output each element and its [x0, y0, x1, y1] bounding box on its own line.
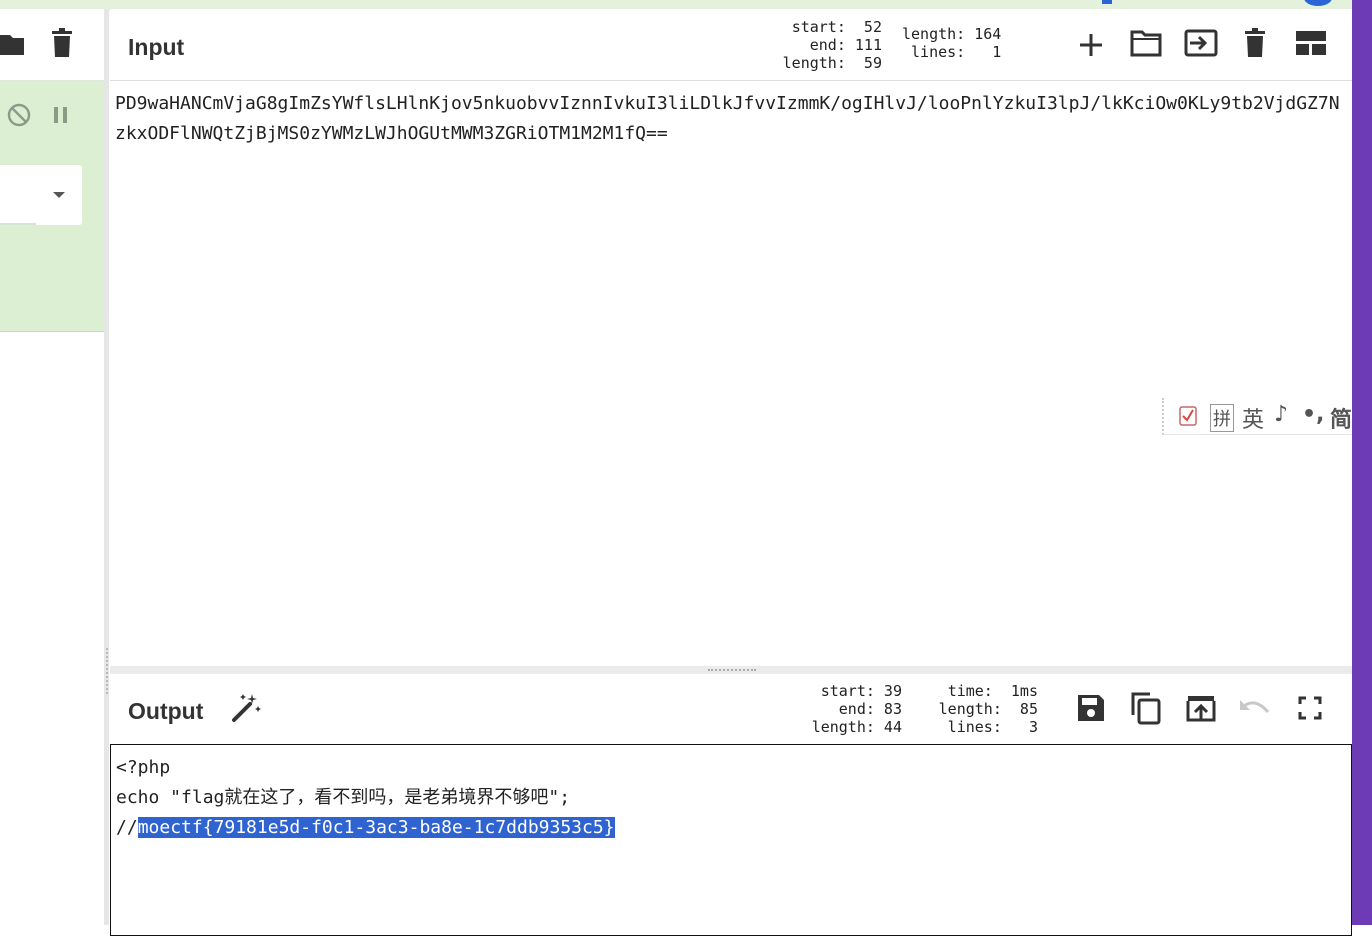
select-underline	[0, 223, 36, 225]
input-selection-stats: start: 52 end: 111 length: 59	[782, 18, 882, 72]
trash-icon[interactable]	[50, 28, 74, 58]
io-splitter[interactable]	[110, 666, 1352, 674]
ime-check-icon[interactable]	[1178, 405, 1198, 427]
recipe-pane	[0, 9, 104, 925]
ime-pinyin-icon[interactable]: 拼	[1210, 404, 1234, 432]
pane-divider[interactable]	[104, 9, 109, 925]
ime-simplified-icon[interactable]: 简	[1330, 402, 1352, 434]
input-length-stats: length: 164 lines: 1	[902, 25, 1002, 61]
operation-select[interactable]	[0, 165, 82, 225]
output-text[interactable]: <?php echo "flag就在这了，看不到吗，是老弟境界不够吧"; //m…	[116, 753, 615, 843]
load-file-icon[interactable]	[1184, 29, 1218, 57]
output-line-1: <?php	[116, 757, 171, 778]
folder-icon[interactable]	[0, 31, 24, 57]
ime-toolbar[interactable]: 拼 英 ♪ •, 简	[1162, 398, 1354, 435]
input-textarea[interactable]: PD9waHANCmVjaG8gImZsYWflsLHlnKjov5nkuobv…	[110, 81, 1352, 666]
output-line-2: echo "flag就在这了，看不到吗，是老弟境界不够吧";	[116, 787, 571, 808]
pane-resize-handle[interactable]	[106, 648, 109, 694]
chevron-down-icon[interactable]	[52, 191, 66, 199]
disable-icon[interactable]	[7, 103, 31, 127]
ime-punctuation-icon[interactable]: •,	[1302, 402, 1324, 427]
save-icon[interactable]	[1076, 693, 1106, 723]
replace-input-icon[interactable]	[1186, 693, 1216, 723]
input-text[interactable]: PD9waHANCmVjaG8gImZsYWflsLHlnKjov5nkuobv…	[115, 89, 1347, 149]
input-title: Input	[128, 34, 185, 60]
input-header: Input start: 52 end: 111 length: 59 leng…	[110, 9, 1352, 81]
selected-flag-text[interactable]: moectf{79181e5d-f0c1-3ac3-ba8e-1c7ddb935…	[137, 817, 615, 838]
undo-icon[interactable]	[1238, 698, 1272, 720]
trash-icon[interactable]	[1244, 28, 1266, 58]
output-length-stats: time: 1ms length: 85 lines: 3	[938, 682, 1038, 736]
splitter-grip[interactable]	[708, 669, 756, 673]
copy-icon[interactable]	[1130, 691, 1162, 725]
plus-icon[interactable]	[1078, 32, 1104, 58]
layout-icon[interactable]	[1296, 31, 1326, 55]
right-accent-bar	[1352, 0, 1372, 925]
ime-english-icon[interactable]: 英	[1242, 402, 1264, 434]
recipe-header	[0, 9, 104, 81]
open-folder-icon[interactable]	[1130, 29, 1162, 57]
pause-icon[interactable]	[52, 105, 70, 125]
ime-moon-icon[interactable]: ♪	[1274, 402, 1288, 427]
output-textarea[interactable]: <?php echo "flag就在这了，看不到吗，是老弟境界不够吧"; //m…	[110, 744, 1352, 936]
top-accent-mark	[1102, 0, 1112, 4]
output-line-3-prefix: //	[116, 817, 138, 838]
output-selection-stats: start: 39 end: 83 length: 44	[811, 682, 902, 736]
magic-wand-icon[interactable]	[230, 692, 264, 724]
output-header: Output start: 39 end: 83 length: 44 time…	[110, 674, 1352, 744]
output-title: Output	[128, 698, 204, 724]
fullscreen-icon[interactable]	[1298, 696, 1322, 720]
